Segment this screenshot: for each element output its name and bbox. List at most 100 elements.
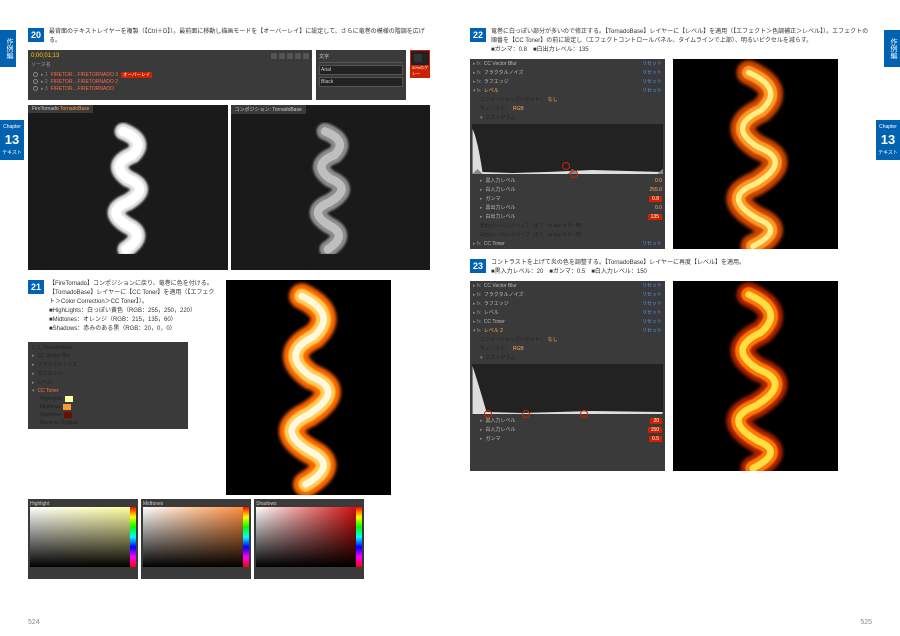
picker-gradient[interactable] [256,507,362,567]
fx-row[interactable]: ▸ fxCC Tonerリセット [470,317,665,326]
tool-icon[interactable] [271,53,277,59]
anim-preset-row[interactable]: アニメーションプリセット：なし [470,95,665,104]
param-value[interactable]: 255.0 [649,187,662,193]
fx-row[interactable]: ▸ fxCC Tonerリセット [470,239,665,248]
param-value[interactable]: 150 [648,427,662,433]
reset-link[interactable]: リセット [642,309,662,316]
reset-link[interactable]: リセット [642,69,662,76]
fx-row[interactable]: ▸ fxフラクタルノイズリセット [470,290,665,299]
fill-swatch[interactable]: 50%のグレー [410,50,430,78]
channel-row[interactable]: チャンネル：RGB [470,104,665,113]
reset-link[interactable]: リセット [642,327,662,334]
tool-icon[interactable] [295,53,301,59]
clip-row[interactable]: 白出力レベルにクリップ（オフ：32 bpc カラー用） [470,230,665,239]
black-marker [484,410,492,418]
swatch-midtone[interactable] [63,404,71,410]
step-text: コントラストを上げて炎の色を調整する。【TornadoBase】レイヤーに再度【… [491,259,745,277]
character-tab[interactable]: 文字 [319,53,403,63]
book-spread: 作例編 Chapter 13 テキスト 20 最背面のテキストレイヤーを複製（【… [0,0,900,636]
param-row[interactable]: ▸黒入力レベル0.0 [470,176,665,185]
timeline-row[interactable]: ▸ 3FIRETOR…FIRETORNADO [31,85,309,92]
view-tab[interactable]: FireTornado TornadoBase [28,105,93,113]
fx-row[interactable]: ▸レベル [30,378,186,387]
ct-midtone-row[interactable]: Midtones [30,403,186,411]
view-tab[interactable]: コンポジション: TornadoBase [231,105,306,114]
param-row[interactable]: ▸白出力レベル135 [470,212,665,221]
param-value[interactable]: 135 [648,214,662,220]
reset-link[interactable]: リセット [642,78,662,85]
fx-row[interactable]: ▸ fxCC Vector Blurリセット [470,281,665,290]
step-text-sub: ■ガンマ：0.8 ■白出力レベル：135 [491,47,589,53]
page-right: 作例編 Chapter 13 テキスト 22 竜巻に白っぽい部分が多いので修正す… [450,0,900,636]
ct-highlight-row[interactable]: Highlights [30,395,186,403]
param-row[interactable]: ▸白入力レベル255.0 [470,185,665,194]
fx-name: ラフエッジ [484,78,639,85]
fx-row[interactable]: ▾ fxレベルリセット [470,86,665,95]
fx-row[interactable]: ▸CC Vector Blur [30,352,186,360]
fx-row[interactable]: ▾ fxレベル 2リセット [470,326,665,335]
step-text-main: コントラストを上げて炎の色を調整する。【TornadoBase】レイヤーに再度【… [491,260,745,266]
font-select[interactable]: Arial [319,65,403,75]
reset-link[interactable]: リセット [642,240,662,247]
param-row[interactable]: ▸黒出力レベル0.0 [470,203,665,212]
hue-slider[interactable] [356,507,362,567]
timeline-row[interactable]: ▸ 1FIRETOR…FIRETORNADO 3オーバーレイ [31,71,309,78]
visibility-icon[interactable] [33,86,38,91]
fx-row[interactable]: ▸フラクタルノイズ [30,360,186,369]
anim-preset-row[interactable]: アニメーションプリセット：なし [470,335,665,344]
reset-link[interactable]: リセット [642,300,662,307]
hue-slider[interactable] [130,507,136,567]
fx-row[interactable]: ▸ fxCC Vector Blurリセット [470,59,665,68]
clip-row[interactable]: 黒出力レベルにクリップ（オフ：32 bpc カラー用） [470,221,665,230]
midtone-spec: ■Midtones：オレンジ（RGB：215，135，60） [49,317,177,323]
histogram-label: ヒストグラム [486,114,516,121]
param-value[interactable]: 0.0 [655,178,662,184]
white-marker [580,410,588,418]
param-value[interactable]: 0.0 [655,205,662,211]
step-text-main: 【FireTornado】コンポジションに戻り、竜巻に色を付ける。【Tornad… [49,281,214,305]
fire-tornado-render [673,281,838,471]
swatch-shadow[interactable] [64,412,72,418]
step-text: 竜巻に白っぽい部分が多いので修正する。【TornadoBase】レイヤーに【レベ… [491,28,872,55]
fx-row[interactable]: ▸ fxレベルリセット [470,308,665,317]
tool-icon[interactable] [303,53,309,59]
fx-row[interactable]: ▸ fxラフエッジリセット [470,77,665,86]
font-style-select[interactable]: Black [319,77,403,87]
fx-name: CC Toner [484,319,639,325]
param-row[interactable]: ▸ガンマ0.8 [470,194,665,203]
param-value[interactable]: 20 [650,418,662,424]
reset-link[interactable]: リセット [642,282,662,289]
param-value[interactable]: 0.5 [649,436,662,442]
fx-row-ccToner[interactable]: ▾CC Toner [30,387,186,395]
param-row[interactable]: ▸黒入力レベル20 [470,416,665,425]
reset-link[interactable]: リセット [642,291,662,298]
fx-name: ラフエッジ [484,300,639,307]
page-number-left: 524 [28,619,40,626]
fx-row[interactable]: ▸ fxラフエッジリセット [470,299,665,308]
picker-gradient[interactable] [143,507,249,567]
timeline-row[interactable]: ▸ 2FIRETOR…FIRETORNADO 2 [31,78,309,85]
fx-row[interactable]: ▸ラフエッジ [30,369,186,378]
color-picker-shadow[interactable]: Shadows [254,499,364,579]
param-row[interactable]: ▸白入力レベル150 [470,425,665,434]
color-picker-highlight[interactable]: Highlight [28,499,138,579]
reset-link[interactable]: リセット [642,60,662,67]
param-value[interactable]: 0.8 [649,196,662,202]
fx-row[interactable]: ▸ fxフラクタルノイズリセット [470,68,665,77]
ct-blend-row[interactable]: Blend w. Original [30,419,186,427]
param-row[interactable]: ▸ガンマ0.5 [470,434,665,443]
hue-slider[interactable] [243,507,249,567]
step20-panels: 0;00;01;13 ソース名 ▸ 1FIRETOR…FIRETORNADO 3… [28,50,430,102]
tool-icon[interactable] [279,53,285,59]
channel-row[interactable]: チャンネル：RGB [470,344,665,353]
reset-link[interactable]: リセット [642,87,662,94]
swatch-highlight[interactable] [65,396,73,402]
picker-gradient[interactable] [30,507,136,567]
ct-shadow-row[interactable]: Shadows [30,411,186,419]
visibility-icon[interactable] [33,72,38,77]
reset-link[interactable]: リセット [642,318,662,325]
tool-icon[interactable] [287,53,293,59]
page-number-right: 525 [860,619,872,626]
color-picker-midtone[interactable]: Midtones [141,499,251,579]
visibility-icon[interactable] [33,79,38,84]
